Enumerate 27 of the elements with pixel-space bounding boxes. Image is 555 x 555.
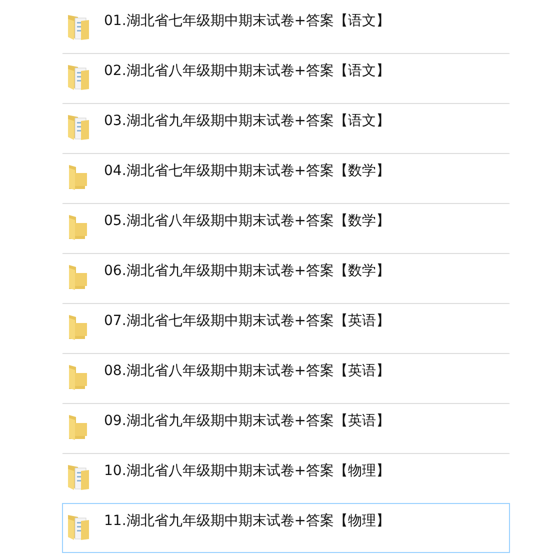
- folder-item[interactable]: 09.湖北省九年级期中期末试卷+答案【英语】: [62, 403, 510, 454]
- folder-name: 04.湖北省七年级期中期末试卷+答案【数学】: [104, 162, 390, 180]
- folder-item[interactable]: 06.湖北省九年级期中期末试卷+答案【数学】: [62, 253, 510, 304]
- folder-with-documents-icon: [67, 113, 91, 141]
- folder-name: 09.湖北省九年级期中期末试卷+答案【英语】: [104, 412, 390, 430]
- folder-name: 02.湖北省八年级期中期末试卷+答案【语文】: [104, 62, 390, 80]
- folder-item[interactable]: 10.湖北省八年级期中期末试卷+答案【物理】: [62, 453, 510, 504]
- folder-item[interactable]: 11.湖北省九年级期中期末试卷+答案【物理】: [62, 503, 510, 553]
- folder-with-documents-icon: [67, 463, 91, 491]
- folder-name: 08.湖北省八年级期中期末试卷+答案【英语】: [104, 362, 390, 380]
- folder-name: 01.湖北省七年级期中期末试卷+答案【语文】: [104, 12, 390, 30]
- folder-with-documents-icon: [67, 513, 91, 541]
- folder-name: 03.湖北省九年级期中期末试卷+答案【语文】: [104, 112, 390, 130]
- folder-item[interactable]: 01.湖北省七年级期中期末试卷+答案【语文】: [62, 3, 510, 54]
- folder-with-documents-icon: [67, 63, 91, 91]
- folder-name: 06.湖北省九年级期中期末试卷+答案【数学】: [104, 262, 390, 280]
- folder-name: 10.湖北省八年级期中期末试卷+答案【物理】: [104, 462, 390, 480]
- folder-with-documents-icon: [67, 13, 91, 41]
- folder-item[interactable]: 03.湖北省九年级期中期末试卷+答案【语文】: [62, 103, 510, 154]
- folder-name: 11.湖北省九年级期中期末试卷+答案【物理】: [104, 512, 390, 530]
- folder-item[interactable]: 08.湖北省八年级期中期末试卷+答案【英语】: [62, 353, 510, 404]
- folder-name: 07.湖北省七年级期中期末试卷+答案【英语】: [104, 312, 390, 330]
- folder-name: 05.湖北省八年级期中期末试卷+答案【数学】: [104, 212, 390, 230]
- folder-item[interactable]: 04.湖北省七年级期中期末试卷+答案【数学】: [62, 153, 510, 204]
- folder-item[interactable]: 05.湖北省八年级期中期末试卷+答案【数学】: [62, 203, 510, 254]
- folder-item[interactable]: 07.湖北省七年级期中期末试卷+答案【英语】: [62, 303, 510, 354]
- folder-item[interactable]: 02.湖北省八年级期中期末试卷+答案【语文】: [62, 53, 510, 104]
